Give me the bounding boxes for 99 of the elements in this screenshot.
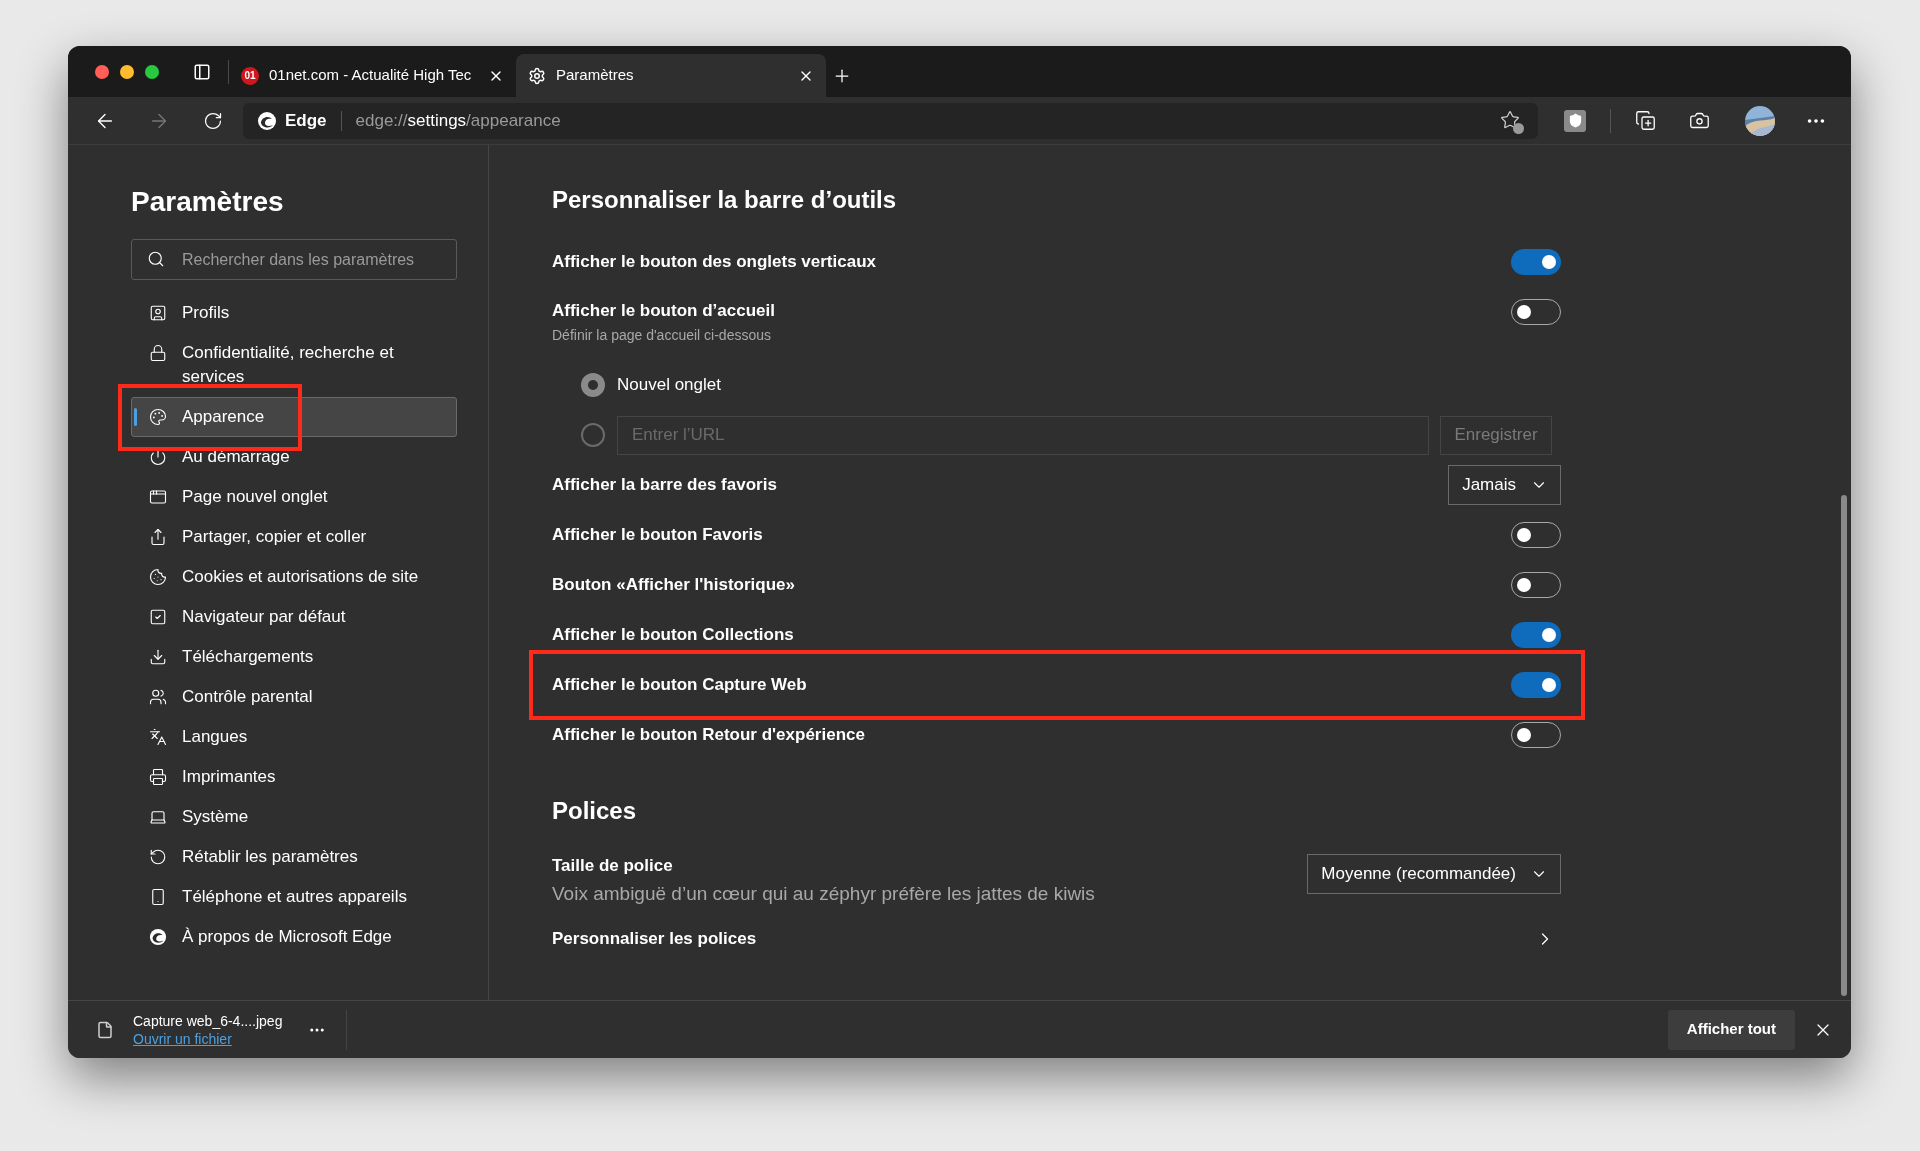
sidebar-item-label: Contrôle parental xyxy=(182,686,313,708)
gear-icon xyxy=(528,66,546,85)
sidebar-item-label: Partager, copier et coller xyxy=(182,526,367,548)
sidebar-item[interactable]: À propos de Microsoft Edge xyxy=(131,917,457,957)
sidebar-item[interactable]: Rétablir les paramètres xyxy=(131,837,457,877)
url-field[interactable]: Entrer l’URL xyxy=(617,415,1429,455)
download-icon xyxy=(149,648,167,666)
sidebar-item[interactable]: Navigateur par défaut xyxy=(131,597,457,637)
settings-title: Paramètres xyxy=(131,186,285,218)
sidebar-item[interactable]: Cookies et autorisations de site xyxy=(131,557,457,597)
sidebar-item-label: À propos de Microsoft Edge xyxy=(182,926,392,948)
open-file-link[interactable]: Ouvrir un fichier xyxy=(133,1029,283,1048)
toggle-switch[interactable] xyxy=(1511,622,1561,648)
user-square-icon xyxy=(149,304,167,322)
file-icon xyxy=(96,1020,114,1039)
setting-label: Personnaliser les polices xyxy=(552,928,757,951)
toggle-switch[interactable] xyxy=(1511,249,1561,275)
sidebar-item[interactable]: Confidentialité, recherche et services xyxy=(131,333,457,397)
lock-icon xyxy=(149,344,167,362)
sidebar-item-label: Rétablir les paramètres xyxy=(182,846,358,868)
sidebar-item-label: Apparence xyxy=(182,406,265,428)
collections-icon[interactable] xyxy=(1635,110,1657,131)
download-filename: Capture web_6-4....jpeg xyxy=(133,1011,283,1030)
sidebar-item[interactable]: Téléphone et autres appareils xyxy=(131,877,457,917)
browser-tab[interactable]: 01 01net.com - Actualité High Tec xyxy=(229,54,516,97)
sidebar-item-label: Imprimantes xyxy=(182,766,276,788)
share-icon xyxy=(149,528,167,546)
setting-label: Taille de police xyxy=(552,855,674,877)
maximize-window-light[interactable] xyxy=(145,64,159,79)
favorite-add-icon[interactable] xyxy=(1500,109,1523,132)
window-icon xyxy=(149,488,167,506)
shield-extension-icon[interactable] xyxy=(1564,109,1587,132)
sidebar-item[interactable]: Téléchargements xyxy=(131,637,457,677)
close-window-light[interactable] xyxy=(95,64,109,79)
radio-label: Nouvel onglet xyxy=(617,374,721,397)
check-square-icon xyxy=(149,608,167,626)
search-icon xyxy=(147,250,165,268)
sidebar-item[interactable]: Contrôle parental xyxy=(131,677,457,717)
toggle-switch[interactable] xyxy=(1511,672,1561,698)
scrollbar[interactable] xyxy=(1841,495,1847,996)
show-all-button[interactable]: Afficher tout xyxy=(1667,1009,1795,1050)
camera-icon[interactable] xyxy=(1689,110,1711,131)
power-icon xyxy=(149,448,167,466)
sidebar-item-label: Confidentialité, recherche et services xyxy=(182,342,395,388)
setting-label: Afficher le bouton Favoris xyxy=(552,524,763,546)
section-title: Personnaliser la barre d’outils xyxy=(552,186,898,214)
site-label: Edge xyxy=(284,109,327,132)
settings-link-row[interactable]: Personnaliser les polices xyxy=(552,914,1561,964)
sidebar-item[interactable]: Langues xyxy=(131,717,457,757)
sidebar-item[interactable]: Système xyxy=(131,797,457,837)
printer-icon xyxy=(149,768,167,786)
smartphone-icon xyxy=(149,888,167,906)
minimize-window-light[interactable] xyxy=(120,64,134,79)
url-text: edge://settings/appearance xyxy=(355,109,561,132)
sidebar-item[interactable]: Partager, copier et coller xyxy=(131,517,457,557)
setting-label: Afficher le bouton des onglets verticaux xyxy=(552,251,876,273)
address-bar[interactable]: Edge edge://settings/appearance xyxy=(242,102,1539,139)
sidebar-item-label: Page nouvel onglet xyxy=(182,486,328,508)
dropdown[interactable]: Jamais xyxy=(1448,465,1561,505)
sidebar-item-label: Système xyxy=(182,806,249,828)
sidebar-item[interactable]: Imprimantes xyxy=(131,757,457,797)
sidebar-item[interactable]: Page nouvel onglet xyxy=(131,477,457,517)
sidebar-item-label: Au démarrage xyxy=(182,446,290,468)
sidebar-item[interactable]: Au démarrage xyxy=(131,437,457,477)
languages-icon xyxy=(149,728,167,746)
setting-label: Afficher le bouton Collections xyxy=(552,624,794,646)
reload-icon[interactable] xyxy=(202,110,223,131)
rotate-icon xyxy=(149,848,167,866)
setting-description: Définir la page d'accueil ci-dessous xyxy=(552,326,772,345)
sidebar-item-label: Langues xyxy=(182,726,248,748)
search-field[interactable]: Rechercher dans les paramètres xyxy=(131,239,457,280)
setting-label: Afficher la barre des favoris xyxy=(552,474,777,496)
sidebar-item[interactable]: Profils xyxy=(131,293,457,333)
font-sample-text: Voix ambiguë d’un cœur qui au zéphyr préfère les jattes de kiwis xyxy=(552,882,1095,906)
radio-button[interactable] xyxy=(581,373,605,397)
section-title: Polices xyxy=(552,797,638,825)
sidebar-item-label: Cookies et autorisations de site xyxy=(182,566,419,588)
dropdown[interactable]: Moyenne (recommandée) xyxy=(1307,854,1561,894)
users-icon xyxy=(149,688,167,706)
sidebar-item-label: Profils xyxy=(182,302,230,324)
sidebar-item-label: Téléphone et autres appareils xyxy=(182,886,407,908)
swirl-logo-icon xyxy=(256,110,277,131)
sidebar-item-label: Navigateur par défaut xyxy=(182,606,346,628)
sidebar-item[interactable]: Apparence xyxy=(131,397,457,437)
laptop-icon xyxy=(149,808,167,826)
site-favicon: 01 xyxy=(241,66,259,85)
setting-label: Afficher le bouton Capture Web xyxy=(552,674,807,696)
setting-label: Bouton «Afficher l'historique» xyxy=(552,574,795,596)
tab-actions-icon[interactable] xyxy=(193,62,211,81)
swirl-logo-icon xyxy=(149,928,167,946)
radio-button[interactable] xyxy=(581,423,605,447)
cookie-icon xyxy=(149,568,167,586)
setting-label: Afficher le bouton Retour d'expérience xyxy=(552,724,865,746)
tab-title: Paramètres xyxy=(556,65,635,86)
palette-icon xyxy=(149,408,167,426)
tab-title: 01net.com - Actualité High Tec xyxy=(269,65,473,86)
setting-label: Afficher le bouton d’accueil xyxy=(552,300,775,322)
sidebar-item-label: Téléchargements xyxy=(182,646,314,668)
browser-tab[interactable]: Paramètres xyxy=(516,54,826,97)
